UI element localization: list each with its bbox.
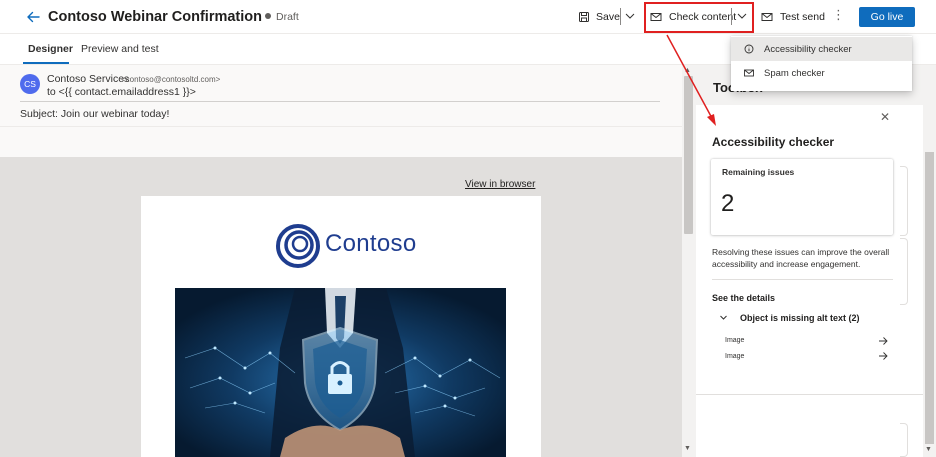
issue-item[interactable]: Image <box>725 353 744 360</box>
menu-item-label: Spam checker <box>764 67 825 79</box>
page-title: Contoso Webinar Confirmation <box>48 9 263 25</box>
test-send-button[interactable]: Test send <box>761 8 825 26</box>
back-arrow-icon[interactable] <box>24 8 42 26</box>
chevron-down-icon[interactable] <box>719 313 728 322</box>
arrow-right-icon[interactable] <box>878 336 888 346</box>
divider <box>0 126 682 127</box>
panel-title: Accessibility checker <box>712 135 835 149</box>
save-button[interactable]: Save <box>578 8 620 26</box>
contoso-logo-icon <box>276 224 320 268</box>
save-icon <box>579 12 589 22</box>
toolbox-lower-panel <box>696 394 923 457</box>
tab-designer[interactable]: Designer <box>28 43 73 55</box>
mail-icon <box>744 69 754 77</box>
scroll-up-icon[interactable]: ▲ <box>684 67 691 74</box>
remaining-issues-count: 2 <box>721 190 735 217</box>
hero-image[interactable] <box>175 288 506 457</box>
mail-icon <box>761 13 773 21</box>
sender-name[interactable]: Contoso Services <box>47 73 129 85</box>
toolbar-divider <box>620 8 621 25</box>
info-icon <box>744 44 754 54</box>
tab-preview-and-test[interactable]: Preview and test <box>81 43 159 55</box>
more-options-icon[interactable]: ⋮ <box>832 7 845 23</box>
card-edge <box>900 166 908 236</box>
save-label: Save <box>596 11 620 23</box>
scroll-down-icon[interactable]: ▼ <box>925 446 932 453</box>
security-hero-illustration <box>175 288 506 457</box>
remaining-issues-label: Remaining issues <box>722 167 795 177</box>
toolbox-scrollbar-thumb[interactable] <box>925 152 934 444</box>
divider <box>20 101 660 102</box>
issue-group-title[interactable]: Object is missing alt text (2) <box>740 313 860 323</box>
menu-item-label: Accessibility checker <box>764 43 852 55</box>
menu-item-spam-checker[interactable]: Spam checker <box>731 61 912 85</box>
annotation-highlight-box <box>644 2 754 33</box>
status-dot-icon <box>265 13 271 19</box>
subject-field[interactable]: Subject: Join our webinar today! <box>20 108 169 120</box>
logo-text: Contoso <box>325 230 417 257</box>
sender-email: <contoso@contosoltd.com> <box>121 75 221 84</box>
to-field[interactable]: to <{{ contact.emailaddress1 }}> <box>47 86 196 98</box>
view-in-browser-link[interactable]: View in browser <box>465 179 535 190</box>
subject-value: Join our webinar today! <box>57 108 170 120</box>
test-send-label: Test send <box>780 11 825 23</box>
avatar: CS <box>20 74 40 94</box>
scroll-down-icon[interactable]: ▼ <box>684 445 691 452</box>
subject-key: Subject: <box>20 108 58 120</box>
arrow-right-icon[interactable] <box>878 351 888 361</box>
issue-item[interactable]: Image <box>725 337 744 344</box>
card-edge <box>900 238 908 305</box>
divider <box>712 279 893 280</box>
checker-description: Resolving these issues can improve the o… <box>712 247 890 269</box>
menu-item-accessibility-checker[interactable]: Accessibility checker <box>731 37 912 61</box>
status-badge: Draft <box>276 11 299 23</box>
close-icon[interactable]: ✕ <box>880 110 890 124</box>
save-options-chevron-down-icon[interactable] <box>624 10 636 22</box>
card-edge <box>900 423 908 457</box>
go-live-button[interactable]: Go live <box>859 7 915 27</box>
details-heading: See the details <box>712 293 776 303</box>
canvas-scrollbar-thumb[interactable] <box>684 76 693 234</box>
